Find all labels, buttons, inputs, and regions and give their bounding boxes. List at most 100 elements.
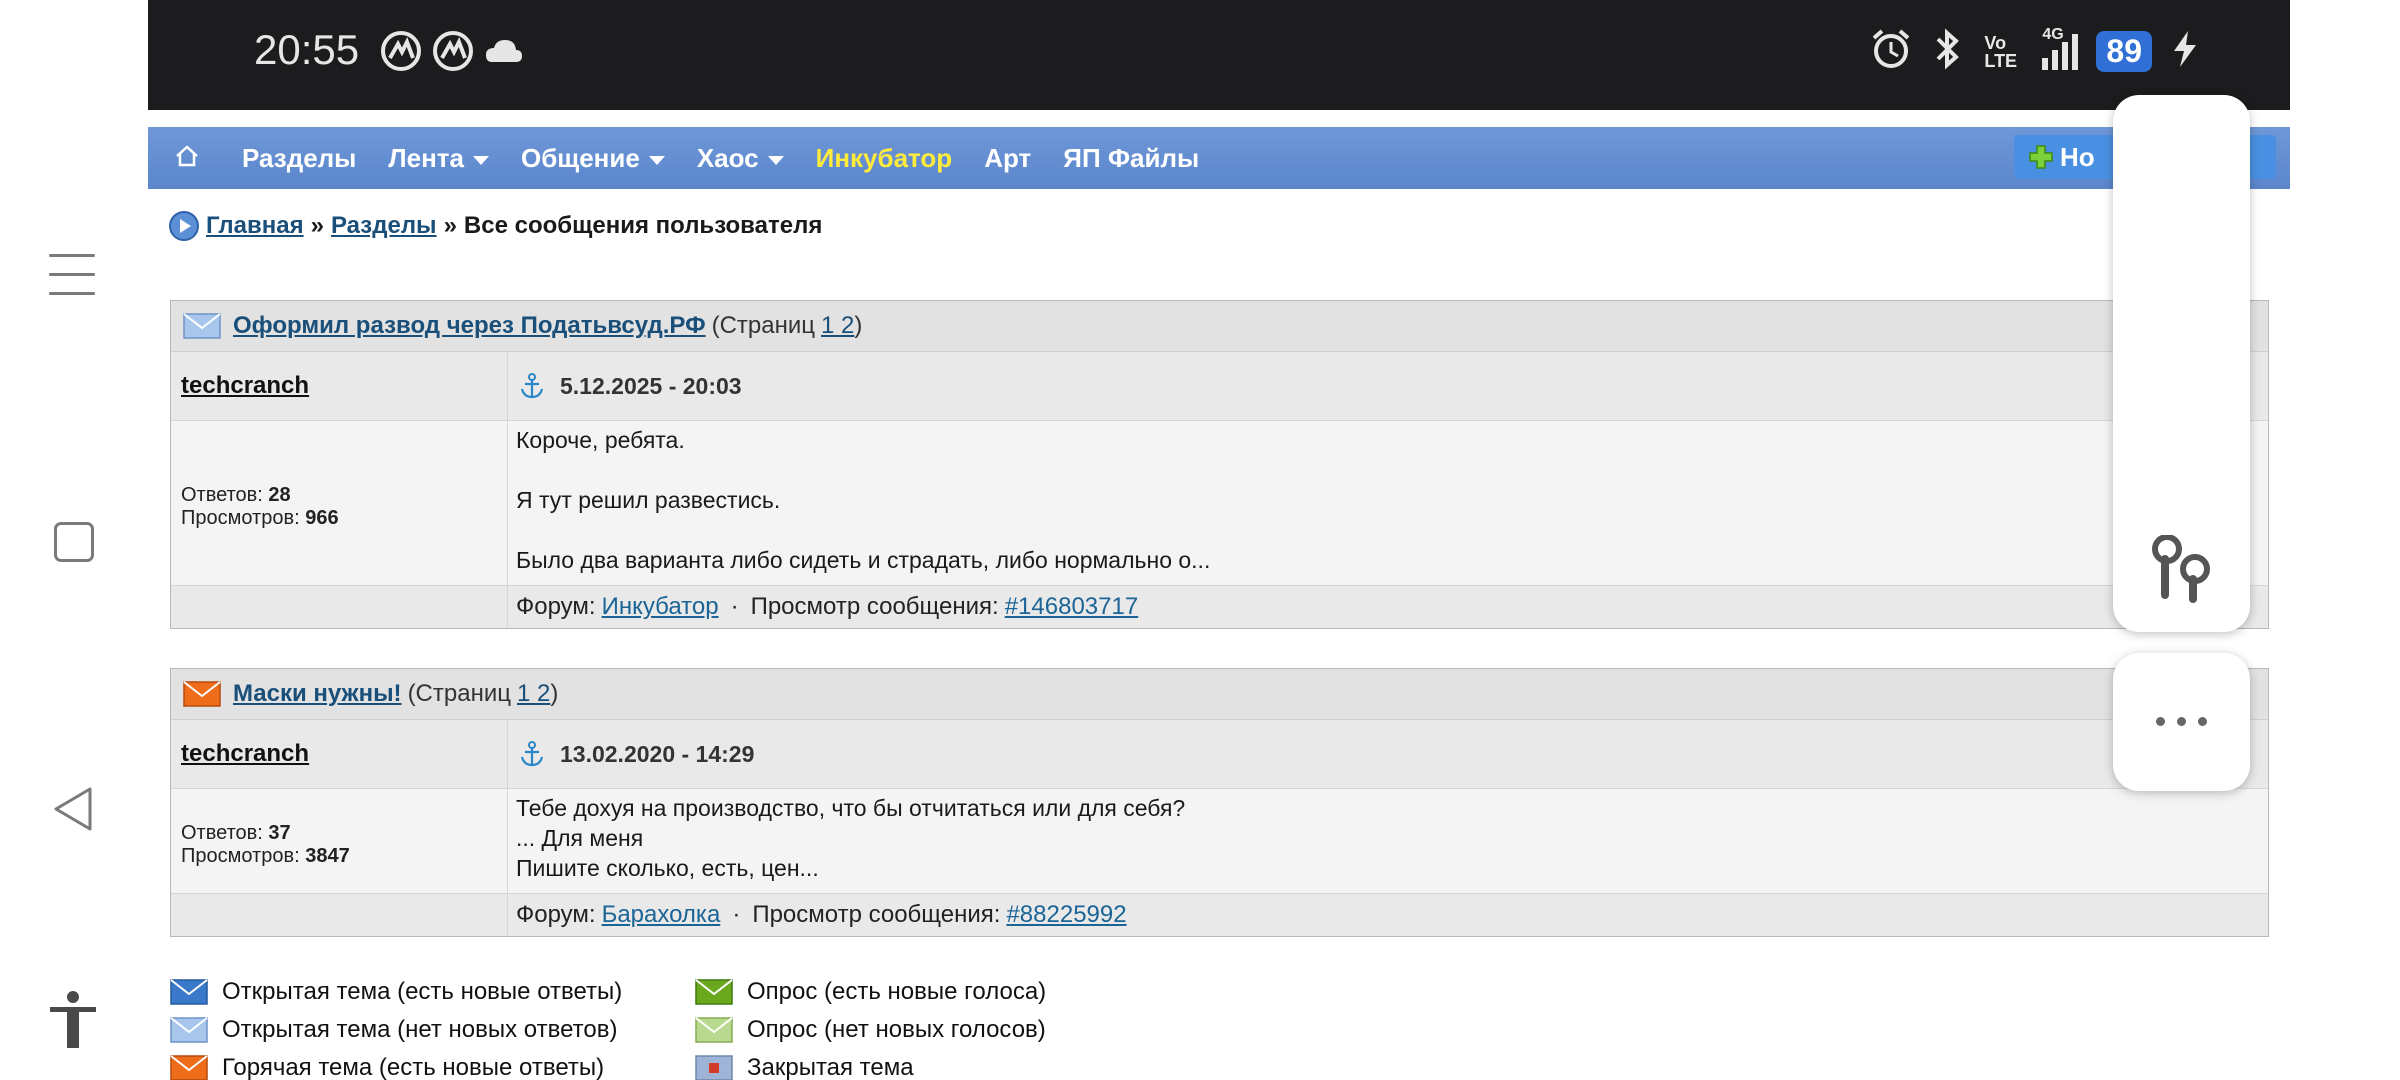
forum-link[interactable]: Барахолка (602, 901, 721, 929)
envelope-icon (170, 1017, 208, 1043)
plus-icon (2029, 145, 2053, 169)
breadcrumb-sections-link[interactable]: Разделы (331, 212, 437, 240)
breadcrumb-home-link[interactable]: Главная (206, 212, 304, 240)
nav-label: Лента (388, 142, 464, 173)
legend-label: Горячая тема (есть новые ответы) (222, 1054, 605, 1080)
nav-label: Хаос (696, 142, 759, 173)
replies-label: Ответов: (181, 484, 263, 506)
topic-title-link[interactable]: Маски нужны! (233, 680, 402, 708)
signal-icon: 4G (2042, 26, 2079, 70)
nav-item-chat[interactable]: Общение (521, 143, 665, 174)
status-bar: 20:55 Vo LTE 4G 89 (148, 0, 2290, 110)
nav-label: Общение (521, 142, 640, 173)
author-row: techcranch 13.02.2020 - 14:29 (171, 720, 2268, 789)
hot-envelope-icon (183, 681, 221, 707)
forum-label: Форум: (516, 901, 596, 928)
nav-item-sections[interactable]: Разделы (242, 143, 356, 174)
post-id-link[interactable]: #146803717 (1005, 593, 1138, 621)
topic-card: Оформил развод через Податьвсуд.РФ (Стра… (170, 300, 2269, 629)
play-circle-icon (169, 211, 199, 241)
nav-item-files[interactable]: ЯП Файлы (1063, 143, 1199, 174)
topic-title-link[interactable]: Оформил развод через Податьвсуд.РФ (233, 312, 706, 340)
back-triangle-icon[interactable] (52, 786, 94, 837)
screen-edge (2290, 0, 2400, 1080)
legend-label: Закрытая тема (747, 1054, 914, 1080)
replies-stat: Ответов: 28 (181, 484, 507, 507)
envelope-icon (183, 313, 221, 339)
pages-prefix: (Страниц (711, 312, 816, 339)
pages-link[interactable]: 1 2 (821, 312, 854, 340)
chevron-down-icon (648, 155, 665, 165)
nav-item-chaos[interactable]: Хаос (697, 143, 784, 174)
nav-item-art[interactable]: Арт (984, 143, 1031, 174)
app-icon (432, 30, 474, 77)
excerpt-line: Пишите сколько, есть, цен... (516, 855, 819, 881)
legend-label: Открытая тема (есть новые ответы) (222, 978, 623, 1005)
more-options-button[interactable] (2113, 653, 2250, 791)
post-excerpt: Тебе дохуя на производство, что бы отчит… (508, 789, 2268, 893)
nav-item-feed[interactable]: Лента (388, 143, 489, 174)
system-nav-bar (0, 0, 148, 1080)
accessibility-icon[interactable] (46, 990, 100, 1055)
view-post-label: Просмотр сообщения: (752, 901, 1001, 928)
app-icon (380, 30, 422, 77)
cloud-icon (484, 36, 524, 71)
legend-item: Открытая тема (есть новые ответы) (170, 978, 622, 1006)
poll-envelope-icon (695, 979, 733, 1005)
legend-label: Открытая тема (нет новых ответов) (222, 1016, 618, 1043)
breadcrumb: Главная » Разделы » Все сообщения пользо… (168, 210, 822, 242)
excerpt-line: Было два варианта либо сидеть и страдать… (516, 547, 1211, 573)
post-id-link[interactable]: #88225992 (1006, 901, 1126, 929)
earbuds-icon[interactable] (2149, 534, 2215, 610)
legend-item: Опрос (нет новых голосов) (695, 1016, 1046, 1044)
web-page: Разделы Лента Общение Хаос Инкубатор Арт… (148, 110, 2290, 1080)
nav-label: Разделы (242, 142, 357, 173)
body-row: Ответов: 37 Просмотров: 3847 Тебе дохуя … (171, 789, 2268, 894)
hot-envelope-icon (170, 1055, 208, 1080)
breadcrumb-separator: » (443, 212, 457, 239)
views-stat: Просмотров: 3847 (181, 845, 507, 868)
replies-label: Ответов: (181, 822, 263, 844)
home-square-icon[interactable] (54, 522, 94, 562)
excerpt-line: Короче, ребята. (516, 427, 685, 453)
views-label: Просмотров: (181, 845, 300, 867)
forum-link[interactable]: Инкубатор (602, 593, 719, 621)
forum-label: Форум: (516, 593, 596, 620)
nav-item-incubator[interactable]: Инкубатор (816, 143, 953, 174)
clock: 20:55 (254, 26, 360, 73)
post-datetime: 5.12.2025 - 20:03 (560, 372, 742, 399)
recent-apps-menu-icon[interactable] (49, 254, 95, 311)
author-row: techcranch 5.12.2025 - 20:03 (171, 352, 2268, 421)
home-icon[interactable] (174, 144, 200, 173)
breadcrumb-current: Все сообщения пользователя (463, 212, 823, 239)
battery-icon: 89 (2096, 31, 2152, 72)
views-stat: Просмотров: 966 (181, 507, 507, 530)
new-topic-label: Но (2060, 141, 2095, 172)
system-status-icons: Vo LTE 4G 89 (1870, 26, 2200, 75)
legend-item: Горячая тема (есть новые ответы) (170, 1054, 604, 1080)
replies-count: 37 (268, 822, 291, 844)
views-label: Просмотров: (181, 507, 300, 529)
anchor-icon[interactable] (520, 741, 544, 767)
floating-panel[interactable] (2113, 95, 2250, 632)
view-post-label: Просмотр сообщения: (750, 593, 999, 620)
network-type-label: 4G (2042, 25, 2064, 43)
anchor-icon[interactable] (520, 373, 544, 399)
pages-link[interactable]: 1 2 (517, 680, 550, 708)
locked-envelope-icon (695, 1055, 733, 1080)
nav-label: Арт (984, 142, 1032, 173)
notification-icons (380, 30, 524, 77)
volte-icon: Vo LTE (1984, 32, 2018, 71)
author-link[interactable]: techcranch (181, 372, 309, 400)
legend-label: Опрос (есть новые голоса) (747, 978, 1047, 1005)
pages-suffix: ) (550, 680, 559, 707)
alarm-icon (1870, 28, 1912, 75)
author-link[interactable]: techcranch (181, 740, 309, 768)
pages-prefix: (Страниц (407, 680, 511, 707)
envelope-icon (170, 979, 208, 1005)
separator-dot: · (732, 901, 741, 928)
topic-card: Маски нужны! (Страниц 1 2 ) techcranch 1… (170, 668, 2269, 937)
pages-suffix: ) (854, 312, 863, 339)
legend-label: Опрос (нет новых голосов) (747, 1016, 1046, 1043)
charging-icon (2170, 29, 2200, 74)
